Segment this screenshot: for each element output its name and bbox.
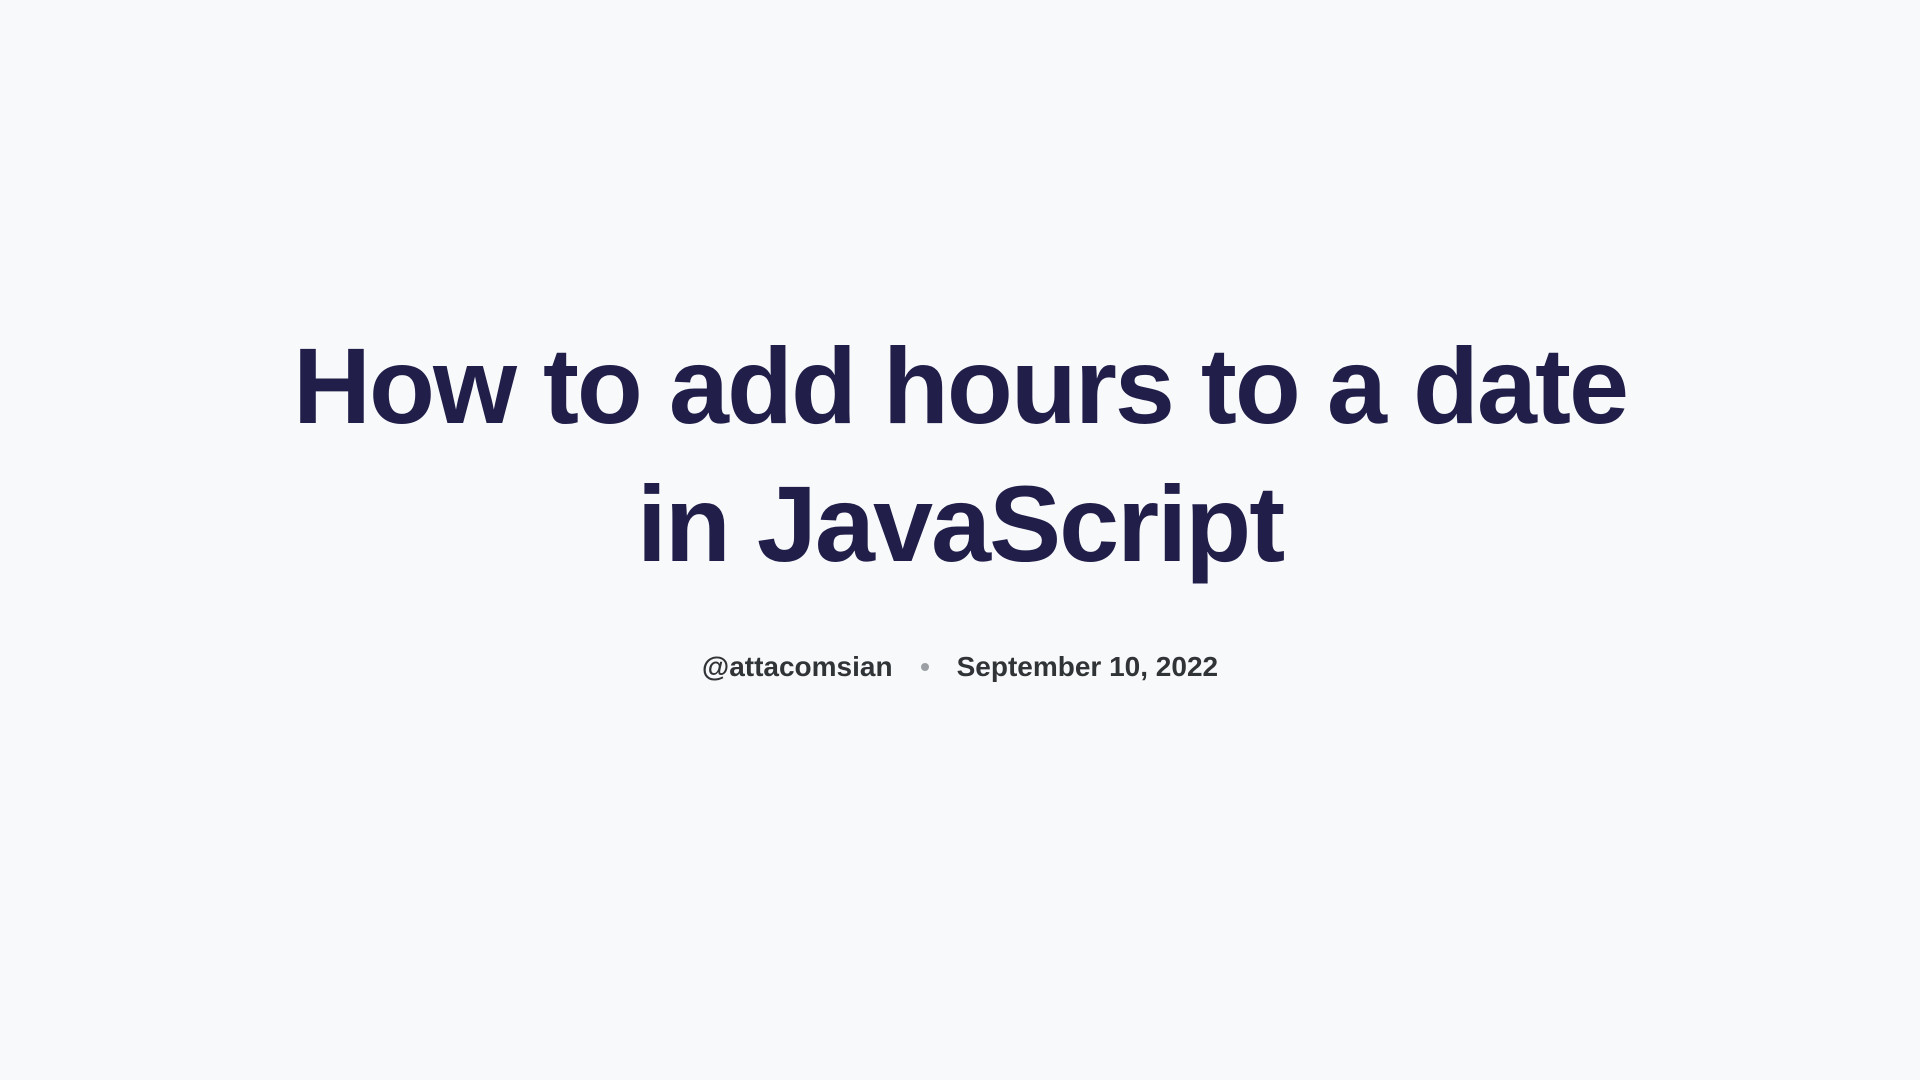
separator-dot xyxy=(921,663,929,671)
article-meta: @attacomsian September 10, 2022 xyxy=(260,651,1660,683)
article-title: How to add hours to a date in JavaScript xyxy=(260,317,1660,593)
article-header: How to add hours to a date in JavaScript… xyxy=(260,317,1660,683)
author-handle: @attacomsian xyxy=(702,651,893,683)
publish-date: September 10, 2022 xyxy=(957,651,1219,683)
